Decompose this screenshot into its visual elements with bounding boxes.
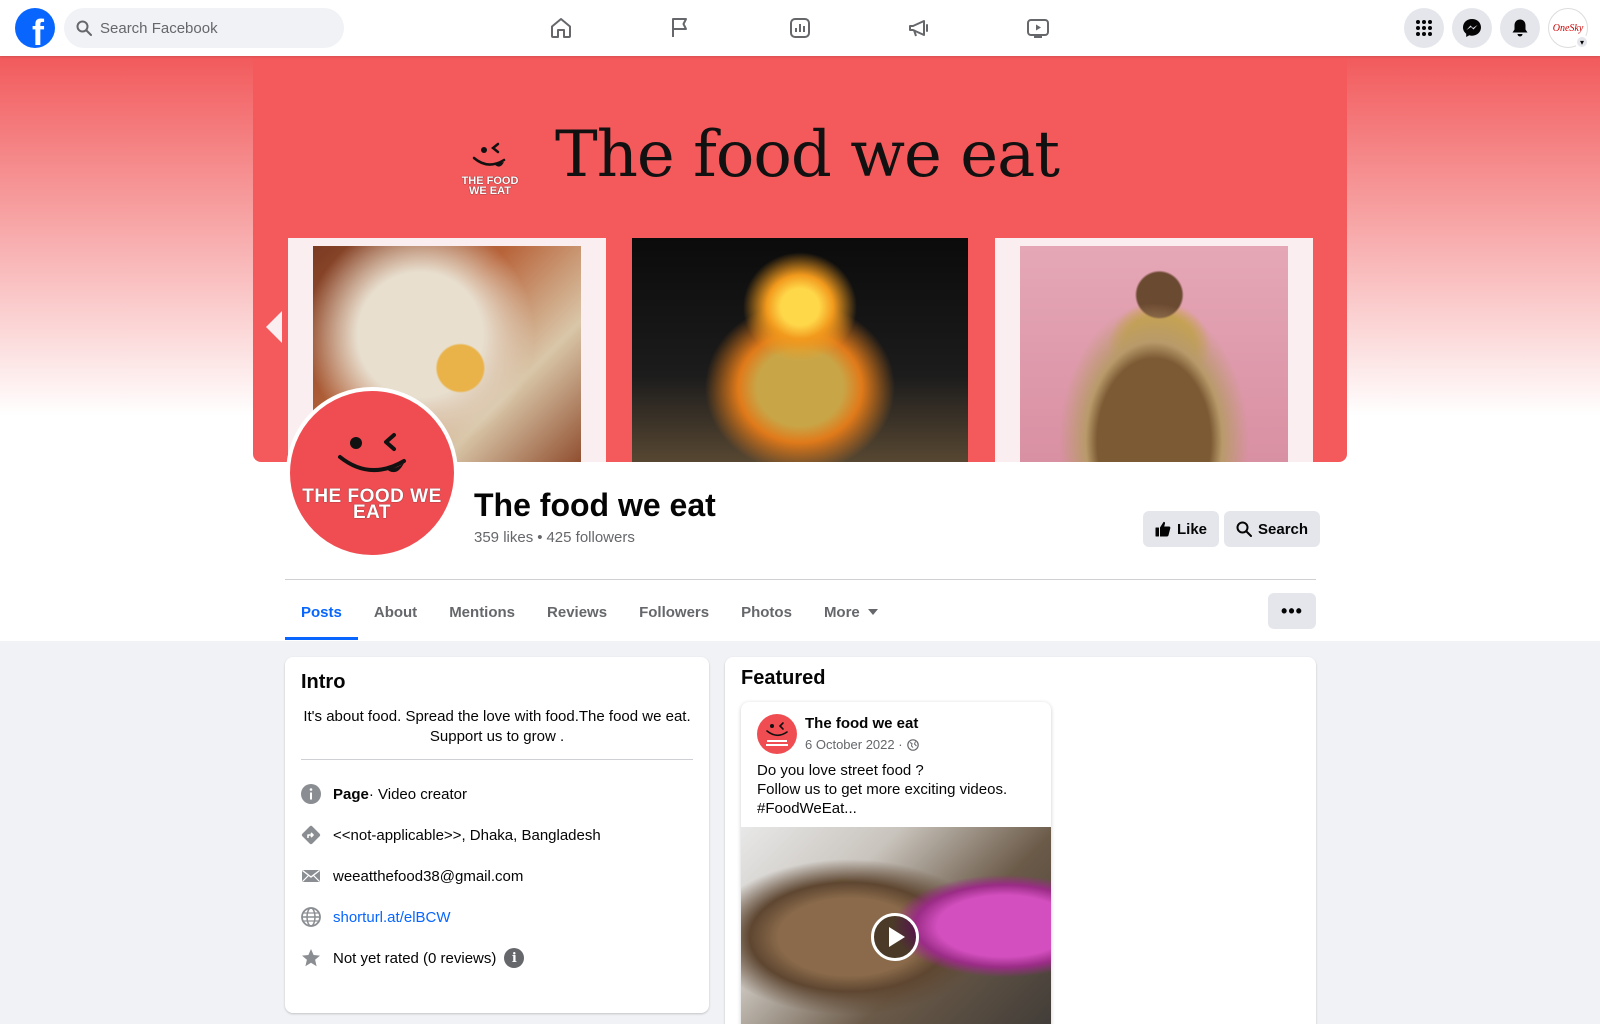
intro-website: shorturl.at/elBCW xyxy=(301,907,451,927)
like-button-label: Like xyxy=(1177,520,1208,538)
notifications-button[interactable] xyxy=(1500,8,1540,48)
post-text-line: Do you love street food ? xyxy=(757,762,924,779)
smiley-logo-icon xyxy=(472,142,506,167)
post-author-name[interactable]: The food we eat xyxy=(805,715,918,732)
page-type-label: Page xyxy=(333,785,369,803)
info-icon[interactable]: i xyxy=(504,948,525,968)
intro-bio: It's about food. Spread the love with fo… xyxy=(301,707,693,747)
globe-icon xyxy=(301,907,321,927)
facebook-logo-icon[interactable]: f xyxy=(15,8,55,48)
insights-nav-button[interactable] xyxy=(774,12,826,44)
top-navigation-bar: f OneSky ▾ xyxy=(0,0,1600,56)
rating-text: Not yet rated (0 reviews) xyxy=(333,949,497,967)
tab-reviews[interactable]: Reviews xyxy=(531,584,623,640)
pages-nav-button[interactable] xyxy=(654,12,706,44)
page-category: · Video creator xyxy=(368,785,467,803)
insights-icon xyxy=(790,18,810,38)
flaming-dish-photo xyxy=(632,238,968,462)
home-icon xyxy=(551,18,571,38)
cover-photo-frame-2 xyxy=(632,238,968,462)
featured-title: Featured xyxy=(741,667,826,689)
menu-grid-icon xyxy=(1416,20,1432,36)
more-options-button[interactable]: ••• xyxy=(1268,593,1316,629)
messenger-button[interactable] xyxy=(1452,8,1492,48)
cover-photo-frame-3 xyxy=(995,238,1313,462)
info-icon xyxy=(301,784,321,804)
profile-logo-text: THE FOOD WE EAT xyxy=(302,486,442,523)
intro-location: <<not-applicable>>, Dhaka, Bangladesh xyxy=(301,825,601,845)
chevron-down-icon: ▾ xyxy=(1575,35,1589,49)
cover-decoration-arrow xyxy=(266,311,282,343)
post-text-line[interactable]: #FoodWeEat... xyxy=(757,799,1037,818)
messenger-icon xyxy=(1463,19,1481,37)
chef-photo xyxy=(1020,246,1288,462)
profile-picture[interactable]: THE FOOD WE EAT xyxy=(286,387,458,559)
flag-icon xyxy=(672,18,687,37)
search-button-label: Search xyxy=(1258,520,1309,538)
website-link[interactable]: shorturl.at/elBCW xyxy=(333,909,451,926)
cover-title: The food we eat xyxy=(555,118,1060,192)
account-avatar-label: OneSky xyxy=(1552,22,1584,34)
followers-count[interactable]: 425 followers xyxy=(546,529,634,546)
ads-nav-button[interactable] xyxy=(893,12,945,44)
search-input[interactable] xyxy=(100,19,320,37)
header-divider xyxy=(285,579,1316,580)
tab-about[interactable]: About xyxy=(358,584,433,640)
ellipsis-icon: ••• xyxy=(1281,600,1303,621)
intro-title: Intro xyxy=(301,671,346,693)
post-meta: 6 October 2022 · xyxy=(805,737,919,752)
page-title: The food we eat xyxy=(474,487,716,523)
page-search-button[interactable]: Search xyxy=(1224,511,1321,547)
star-icon xyxy=(301,948,321,968)
like-button[interactable]: Like xyxy=(1143,511,1220,547)
search-icon xyxy=(1236,521,1252,537)
intro-bio-line: It's about food. Spread the love with fo… xyxy=(303,708,691,725)
search-facebook-box[interactable] xyxy=(64,8,344,48)
search-icon xyxy=(76,20,92,36)
location-text: <<not-applicable>>, Dhaka, Bangladesh xyxy=(333,826,601,844)
featured-post[interactable]: The food we eat 6 October 2022 · Do you … xyxy=(741,702,1051,1024)
tab-posts[interactable]: Posts xyxy=(285,584,358,640)
intro-card: Intro It's about food. Spread the love w… xyxy=(285,657,709,1013)
stats-separator: • xyxy=(537,529,543,546)
caret-down-icon xyxy=(867,609,878,615)
intro-email: weeatthefood38@gmail.com xyxy=(301,866,523,886)
tab-more-label: More xyxy=(823,603,860,621)
video-icon xyxy=(1027,19,1049,38)
intro-bio-line: Support us to grow . xyxy=(429,728,565,745)
tab-more[interactable]: More xyxy=(808,584,894,640)
intro-page-type: Page · Video creator xyxy=(301,784,467,804)
post-video-thumbnail[interactable] xyxy=(741,827,1051,1024)
directions-icon xyxy=(301,825,321,845)
thumbs-up-icon xyxy=(1155,521,1171,537)
home-nav-button[interactable] xyxy=(535,12,587,44)
account-avatar-button[interactable]: OneSky ▾ xyxy=(1548,8,1589,49)
globe-icon xyxy=(906,738,919,751)
tab-photos[interactable]: Photos xyxy=(725,584,808,640)
menu-button[interactable] xyxy=(1404,8,1444,48)
smiley-logo-icon xyxy=(766,722,788,746)
post-text-line: Follow us to get more exciting videos. xyxy=(757,781,1008,798)
megaphone-icon xyxy=(909,20,928,37)
envelope-icon xyxy=(301,866,321,886)
intro-divider xyxy=(301,759,693,760)
post-date[interactable]: 6 October 2022 · xyxy=(805,737,903,752)
video-nav-button[interactable] xyxy=(1012,12,1064,44)
page-stats: 359 likes • 425 followers xyxy=(474,529,635,546)
cover-logo-text: THE FOOD WE EAT xyxy=(461,175,519,197)
likes-count[interactable]: 359 likes xyxy=(474,529,533,546)
post-author-avatar[interactable] xyxy=(757,714,797,754)
tab-followers[interactable]: Followers xyxy=(623,584,725,640)
page-tabs: Posts About Mentions Reviews Followers P… xyxy=(285,584,894,640)
email-text[interactable]: weeatthefood38@gmail.com xyxy=(333,868,523,885)
featured-card: Featured The food we eat 6 October 2022 … xyxy=(725,657,1316,1024)
smiley-logo-icon xyxy=(338,433,406,473)
cover-logo: THE FOOD WE EAT xyxy=(458,136,522,206)
tab-mentions[interactable]: Mentions xyxy=(433,584,531,640)
notifications-icon xyxy=(1512,19,1528,37)
intro-rating: Not yet rated (0 reviews) i xyxy=(301,948,525,968)
play-icon[interactable] xyxy=(871,913,919,961)
post-text: Do you love street food ? Follow us to g… xyxy=(757,761,1037,818)
